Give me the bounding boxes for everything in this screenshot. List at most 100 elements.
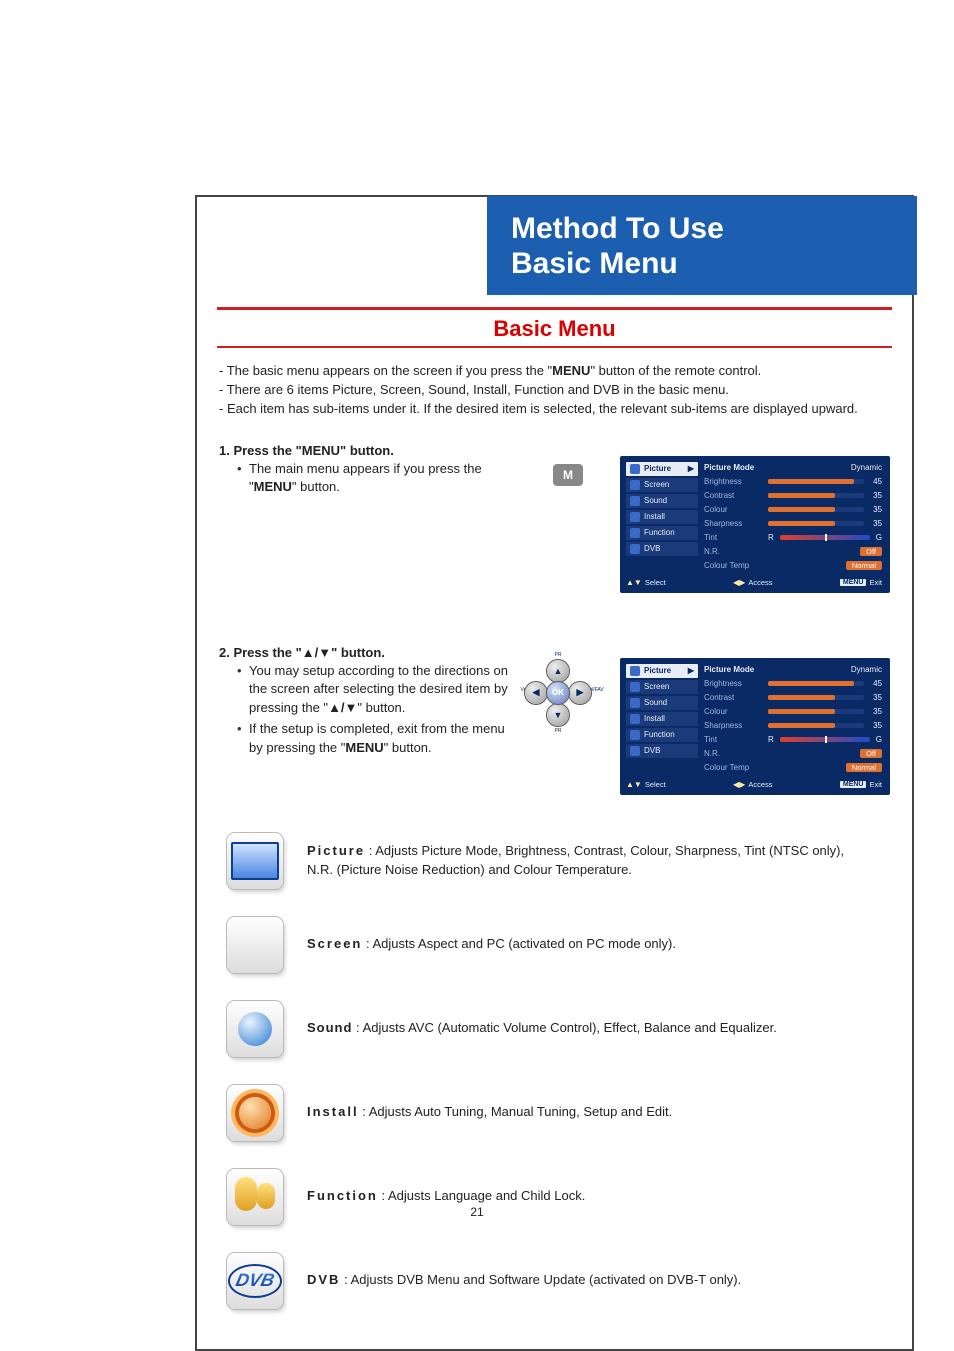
osd-right-row: Contrast35 xyxy=(704,692,882,704)
menu-function-name: Function xyxy=(307,1188,378,1203)
dpad-right-icon: ▶ xyxy=(569,682,591,704)
step2-b1-strong: ▲/▼ xyxy=(328,700,357,715)
menu-screen-desc: Screen : Adjusts Aspect and PC (activate… xyxy=(307,935,676,954)
screen-icon xyxy=(227,917,283,973)
osd-right-row: N.R.Off xyxy=(704,748,882,760)
menu-install-sep: : xyxy=(359,1104,369,1119)
intro-line-3: - Each item has sub-items under it. If t… xyxy=(219,400,890,419)
osd-left-item: Install xyxy=(626,712,698,726)
osd-right-row: TintRG xyxy=(704,734,882,746)
banner: Method To Use Basic Menu xyxy=(487,196,917,295)
menu-picture-desc: Picture : Adjusts Picture Mode, Brightne… xyxy=(307,842,867,880)
menu-function-text: Adjusts Language and Child Lock. xyxy=(388,1188,585,1203)
step1-text-col: The main menu appears if you press the "… xyxy=(219,460,539,498)
menu-dvb-text: Adjusts DVB Menu and Software Update (ac… xyxy=(351,1272,742,1287)
menu-sound-name: Sound xyxy=(307,1020,352,1035)
osd-right-row: Picture ModeDynamic xyxy=(704,664,882,676)
osd-left-item: Picture▶ xyxy=(626,664,698,678)
menu-picture-sep: : xyxy=(365,843,375,858)
banner-line-1: Method To Use xyxy=(511,212,897,247)
step2-bullet-2: If the setup is completed, exit from the… xyxy=(237,720,517,758)
intro-line-1: - The basic menu appears on the screen i… xyxy=(219,362,890,381)
dpad-ok-icon: OK xyxy=(547,682,569,704)
banner-line-2: Basic Menu xyxy=(511,247,897,282)
page-frame: Method To Use Basic Menu Basic Menu - Th… xyxy=(195,195,914,1351)
osd-left-item: Function xyxy=(626,526,698,540)
osd-right-row: Colour35 xyxy=(704,504,882,516)
step2-text-col: You may setup according to the direction… xyxy=(237,662,517,758)
menu-sound-text: Adjusts AVC (Automatic Volume Control), … xyxy=(363,1020,777,1035)
menu-install-desc: Install : Adjusts Auto Tuning, Manual Tu… xyxy=(307,1103,672,1122)
osd-right-row: Brightness45 xyxy=(704,678,882,690)
osd-left-item: Install xyxy=(626,510,698,524)
menu-picture-name: Picture xyxy=(307,843,365,858)
step2-bullet-1: You may setup according to the direction… xyxy=(237,662,517,719)
menu-item-dvb: DVB DVB : Adjusts DVB Menu and Software … xyxy=(227,1253,882,1309)
osd-screenshot-1: Picture▶ Screen Sound Install Function DVB Pic… xyxy=(620,460,890,593)
menu-dvb-desc: DVB : Adjusts DVB Menu and Software Upda… xyxy=(307,1271,741,1290)
osd-right-row: Colour TempNormal xyxy=(704,560,882,572)
step1-body-post: " button. xyxy=(292,479,340,494)
dpad-left-icon: ◀ xyxy=(525,682,547,704)
osd-left-item: Screen xyxy=(626,680,698,694)
sound-icon xyxy=(227,1001,283,1057)
menu-list: Picture : Adjusts Picture Mode, Brightne… xyxy=(227,833,882,1309)
picture-icon xyxy=(227,833,283,889)
osd-left-item: DVB xyxy=(626,542,698,556)
step1-body: The main menu appears if you press the "… xyxy=(237,460,517,498)
menu-picture-text: Adjusts Picture Mode, Brightness, Contra… xyxy=(307,843,844,877)
osd-right-row: Colour TempNormal xyxy=(704,762,882,774)
osd-right-row: Sharpness35 xyxy=(704,720,882,732)
step2-b1-post: " button. xyxy=(357,700,405,715)
step2-b2-strong: MENU xyxy=(345,740,383,755)
osd-right-row: Picture ModeDynamic xyxy=(704,462,882,474)
intro-block: - The basic menu appears on the screen i… xyxy=(219,362,890,419)
osd-footer: ▲▼Select◀▶AccessMENUExit xyxy=(626,578,882,587)
menu-item-sound: Sound : Adjusts AVC (Automatic Volume Co… xyxy=(227,1001,882,1057)
osd-right-row: Brightness45 xyxy=(704,476,882,488)
intro-l1-post: " button of the remote control. xyxy=(590,363,761,378)
menu-item-install: Install : Adjusts Auto Tuning, Manual Tu… xyxy=(227,1085,882,1141)
remote-menu-key: M xyxy=(549,460,589,484)
osd-left-item: Picture▶ xyxy=(626,462,698,476)
intro-line-2: - There are 6 items Picture, Screen, Sou… xyxy=(219,381,890,400)
osd-right-row: Contrast35 xyxy=(704,490,882,502)
osd-right-row: TintRG xyxy=(704,532,882,544)
menu-install-text: Adjusts Auto Tuning, Manual Tuning, Setu… xyxy=(369,1104,673,1119)
dpad-cap-bottom: PR xyxy=(546,728,570,734)
install-icon xyxy=(227,1085,283,1141)
menu-screen-name: Screen xyxy=(307,936,362,951)
menu-item-picture: Picture : Adjusts Picture Mode, Brightne… xyxy=(227,833,882,889)
osd-left-item: Sound xyxy=(626,494,698,508)
menu-item-screen: Screen : Adjusts Aspect and PC (activate… xyxy=(227,917,882,973)
remote-dpad: PR PR Vol Vol/FAV ▲ ▼ ◀ ▶ OK xyxy=(525,660,591,726)
dpad-up-icon: ▲ xyxy=(547,660,569,682)
menu-screen-text: Adjusts Aspect and PC (activated on PC m… xyxy=(373,936,677,951)
osd-footer: ▲▼Select◀▶AccessMENUExit xyxy=(626,780,882,789)
osd-screenshot-2: Picture▶ Screen Sound Install Function DVB Pic… xyxy=(620,662,890,795)
menu-dvb-name: DVB xyxy=(307,1272,340,1287)
menu-screen-sep: : xyxy=(362,936,372,951)
dvb-icon: DVB xyxy=(227,1253,283,1309)
page-number: 21 xyxy=(0,1205,954,1219)
section-title: Basic Menu xyxy=(217,307,892,348)
intro-l1-strong: MENU xyxy=(552,363,590,378)
osd-left-item: DVB xyxy=(626,744,698,758)
osd-left-item: Sound xyxy=(626,696,698,710)
step1-body-strong: MENU xyxy=(254,479,292,494)
osd-right-row: Colour35 xyxy=(704,706,882,718)
osd-left-item: Screen xyxy=(626,478,698,492)
menu-function-desc: Function : Adjusts Language and Child Lo… xyxy=(307,1187,585,1206)
menu-function-sep: : xyxy=(378,1188,388,1203)
osd-left-item: Function xyxy=(626,728,698,742)
osd-right-row: Sharpness35 xyxy=(704,518,882,530)
menu-sound-sep: : xyxy=(352,1020,362,1035)
step2-b2-post: " button. xyxy=(384,740,432,755)
menu-dvb-sep: : xyxy=(340,1272,350,1287)
intro-l1-pre: - The basic menu appears on the screen i… xyxy=(219,363,552,378)
osd-right-row: N.R.Off xyxy=(704,546,882,558)
dpad-down-icon: ▼ xyxy=(547,704,569,726)
m-button-icon: M xyxy=(553,464,583,486)
menu-install-name: Install xyxy=(307,1104,359,1119)
dpad-cap-top: PR xyxy=(546,652,570,658)
